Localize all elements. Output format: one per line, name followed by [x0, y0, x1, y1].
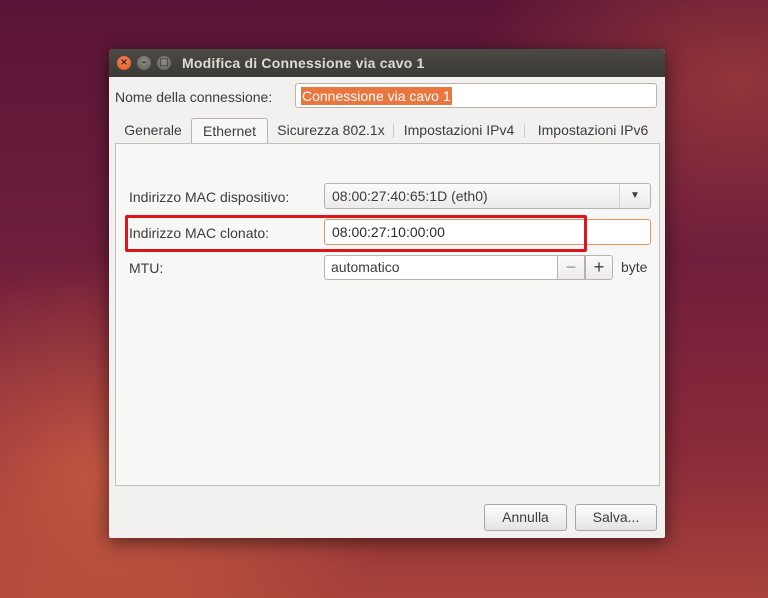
- mtu-label: MTU:: [129, 260, 164, 276]
- device-mac-dropdown[interactable]: 08:00:27:40:65:1D (eth0) ▼: [324, 183, 651, 209]
- mtu-unit-label: byte: [621, 259, 648, 275]
- minimize-icon[interactable]: –: [137, 56, 151, 70]
- ethernet-panel: Indirizzo MAC dispositivo: 08:00:27:40:6…: [115, 143, 660, 486]
- dropdown-button[interactable]: ▼: [619, 184, 650, 208]
- mtu-decrement-button[interactable]: −: [557, 255, 585, 280]
- tab-generale[interactable]: Generale: [115, 118, 191, 143]
- tab-impostazioni-ipv6[interactable]: Impostazioni IPv6: [526, 118, 660, 143]
- connection-name-value: Connessione via cavo 1: [301, 87, 452, 105]
- maximize-icon[interactable]: □: [157, 56, 171, 70]
- tab-bar: Generale Ethernet Sicurezza 802.1x Impos…: [115, 118, 660, 144]
- tab-sicurezza-8021x[interactable]: Sicurezza 802.1x: [270, 118, 392, 143]
- window-title: Modifica di Connessione via cavo 1: [182, 55, 425, 71]
- device-mac-label: Indirizzo MAC dispositivo:: [129, 189, 290, 205]
- tab-ethernet[interactable]: Ethernet: [191, 118, 268, 144]
- device-mac-value: 08:00:27:40:65:1D (eth0): [332, 188, 488, 204]
- mtu-input[interactable]: automatico: [324, 255, 558, 280]
- chevron-down-icon: ▼: [630, 190, 640, 201]
- connection-name-label: Nome della connessione:: [115, 89, 273, 105]
- titlebar[interactable]: × – □ Modifica di Connessione via cavo 1: [109, 49, 665, 77]
- tab-impostazioni-ipv4[interactable]: Impostazioni IPv4: [395, 118, 523, 143]
- close-icon[interactable]: ×: [117, 56, 131, 70]
- mtu-value: automatico: [331, 259, 400, 275]
- highlight-annotation-box: [125, 215, 587, 252]
- cancel-button[interactable]: Annulla: [484, 504, 567, 531]
- edit-connection-dialog: × – □ Modifica di Connessione via cavo 1…: [109, 49, 665, 538]
- connection-name-input[interactable]: Connessione via cavo 1: [295, 83, 657, 108]
- save-button[interactable]: Salva...: [575, 504, 657, 531]
- tab-separator: [393, 124, 394, 138]
- mtu-increment-button[interactable]: +: [585, 255, 613, 280]
- tab-separator: [524, 124, 525, 138]
